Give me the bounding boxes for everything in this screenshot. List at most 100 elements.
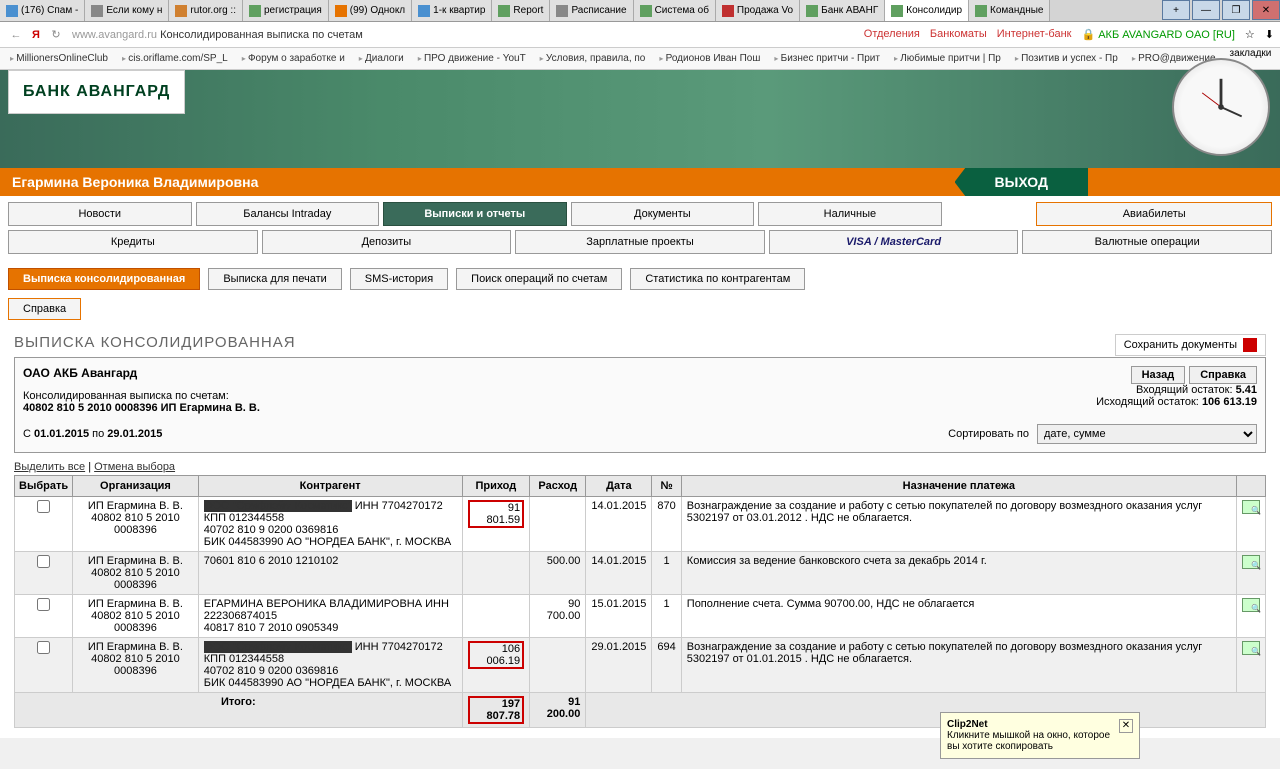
security-indicator[interactable]: 🔒 АКБ AVANGARD OAO [RU] xyxy=(1081,28,1234,41)
download-icon[interactable]: ⬇ xyxy=(1265,28,1274,41)
statement-label: Консолидированная выписка по счетам: xyxy=(23,390,1257,402)
table-row: ИП Егармина В. В. 40802 810 5 2010 00083… xyxy=(15,552,1266,595)
nav-button[interactable]: Выписки и отчеты xyxy=(383,202,567,226)
branches-link[interactable]: Отделения xyxy=(864,28,920,41)
browser-tab[interactable]: Продажа Vo xyxy=(716,0,800,21)
browser-tab[interactable]: Консолидир xyxy=(885,0,969,21)
table-row: ИП Егармина В. В. 40802 810 5 2010 00083… xyxy=(15,497,1266,552)
tab-favicon-icon xyxy=(806,5,818,17)
row-detail-icon[interactable] xyxy=(1242,598,1260,612)
select-all-link[interactable]: Выделить все xyxy=(14,461,85,473)
nav-button[interactable]: Документы xyxy=(571,202,755,226)
subnav-help-button[interactable]: Справка xyxy=(8,298,81,320)
deselect-link[interactable]: Отмена выбора xyxy=(94,461,175,473)
internet-bank-link[interactable]: Интернет-банк xyxy=(997,28,1072,41)
transactions-table: ВыбратьОрганизацияКонтрагентПриходРасход… xyxy=(14,475,1266,728)
sub-nav-row2: Справка xyxy=(0,294,1280,324)
bookmark-star-icon[interactable]: ☆ xyxy=(1245,28,1255,41)
table-row: ИП Егармина В. В. 40802 810 5 2010 00083… xyxy=(15,638,1266,693)
tab-favicon-icon xyxy=(640,5,652,17)
back-button[interactable]: ← xyxy=(6,25,26,45)
reload-button[interactable]: ↻ xyxy=(46,25,66,45)
browser-tab[interactable]: Если кому н xyxy=(85,0,169,21)
cell-purpose: Комиссия за ведение банковского счета за… xyxy=(681,552,1236,595)
bookmark-item[interactable]: Диалоги xyxy=(353,51,410,66)
subnav-button[interactable]: Поиск операций по счетам xyxy=(456,268,622,290)
help-button-page[interactable]: Справка xyxy=(1189,366,1257,384)
row-checkbox[interactable] xyxy=(37,641,50,654)
row-detail-icon[interactable] xyxy=(1242,555,1260,569)
minimize-button[interactable]: — xyxy=(1192,0,1220,20)
close-window-button[interactable]: ✕ xyxy=(1252,0,1280,20)
cell-date: 14.01.2015 xyxy=(586,497,652,552)
nav-button[interactable]: Валютные операции xyxy=(1022,230,1272,254)
new-tab-button[interactable]: + xyxy=(1162,0,1190,20)
url-display[interactable]: www.avangard.ru Консолидированная выписк… xyxy=(66,29,369,41)
save-documents-button[interactable]: Сохранить документы xyxy=(1115,334,1266,356)
nav-button[interactable]: Наличные xyxy=(758,202,942,226)
cell-income xyxy=(462,552,530,595)
tab-favicon-icon xyxy=(891,5,903,17)
browser-tab[interactable]: 1-к квартир xyxy=(412,0,492,21)
logout-button[interactable]: ВЫХОД xyxy=(955,168,1088,196)
back-button-page[interactable]: Назад xyxy=(1131,366,1186,384)
tab-favicon-icon xyxy=(249,5,261,17)
subnav-button[interactable]: SMS-история xyxy=(350,268,448,290)
nav-button[interactable]: Зарплатные проекты xyxy=(515,230,765,254)
browser-tab[interactable]: rutor.org :: xyxy=(169,0,243,21)
nav-button[interactable]: Новости xyxy=(8,202,192,226)
atms-link[interactable]: Банкоматы xyxy=(930,28,987,41)
table-header: Контрагент xyxy=(198,476,462,497)
tab-favicon-icon xyxy=(722,5,734,17)
bookmark-item[interactable]: Бизнес притчи - Прит xyxy=(768,51,886,66)
browser-tab[interactable]: Report xyxy=(492,0,550,21)
browser-tab[interactable]: Система об xyxy=(634,0,716,21)
sort-label: Сортировать по xyxy=(948,428,1029,440)
nav-button[interactable]: VISA / MasterCard xyxy=(769,230,1019,254)
bookmark-item[interactable]: MillionersOnlineClub xyxy=(4,51,114,66)
bookmark-item[interactable]: Любимые притчи | Пр xyxy=(888,51,1007,66)
bookmark-item[interactable]: Форум о заработке и xyxy=(236,51,351,66)
tab-label: Система об xyxy=(655,5,709,16)
sort-select[interactable]: дате, сумме xyxy=(1037,424,1257,444)
cell-income xyxy=(462,595,530,638)
nav-button[interactable]: Балансы Intraday xyxy=(196,202,380,226)
address-bar: ← Я ↻ www.avangard.ru Консолидированная … xyxy=(0,22,1280,48)
subnav-button[interactable]: Выписка для печати xyxy=(208,268,341,290)
clip2net-close-icon[interactable]: ✕ xyxy=(1119,719,1133,733)
row-detail-icon[interactable] xyxy=(1242,500,1260,514)
table-header xyxy=(1236,476,1265,497)
nav-button[interactable]: Депозиты xyxy=(262,230,512,254)
browser-tab[interactable]: регистрация xyxy=(243,0,329,21)
date-to-label: по xyxy=(92,428,104,440)
row-checkbox[interactable] xyxy=(37,555,50,568)
date-to: 29.01.2015 xyxy=(107,428,162,440)
browser-tab[interactable]: Командные xyxy=(969,0,1050,21)
nav-button[interactable]: Кредиты xyxy=(8,230,258,254)
row-detail-icon[interactable] xyxy=(1242,641,1260,655)
bookmark-item[interactable]: cis.oriflame.com/SP_L xyxy=(116,51,234,66)
cell-organization: ИП Егармина В. В. 40802 810 5 2010 00083… xyxy=(73,638,199,693)
row-checkbox[interactable] xyxy=(37,500,50,513)
cell-number: 694 xyxy=(652,638,681,693)
date-from-label: С xyxy=(23,428,31,440)
outgoing-balance-label: Исходящий остаток: xyxy=(1096,396,1199,408)
bookmark-item[interactable]: Условия, правила, по xyxy=(534,51,652,66)
browser-tab[interactable]: (176) Спам - xyxy=(0,0,85,21)
maximize-button[interactable]: ❐ xyxy=(1222,0,1250,20)
browser-tab[interactable]: Банк АВАНГ xyxy=(800,0,885,21)
yandex-button[interactable]: Я xyxy=(26,25,46,45)
subnav-button[interactable]: Статистика по контрагентам xyxy=(630,268,805,290)
browser-tab[interactable]: (99) Однокл xyxy=(329,0,412,21)
browser-tab[interactable]: Расписание xyxy=(550,0,633,21)
bookmark-item[interactable]: Родионов Иван Пош xyxy=(653,51,766,66)
nav-button[interactable]: Авиабилеты xyxy=(1036,202,1272,226)
tab-favicon-icon xyxy=(175,5,187,17)
bookmark-item[interactable]: Позитив и успех - Пр xyxy=(1009,51,1124,66)
tab-label: (176) Спам - xyxy=(21,5,78,16)
subnav-button[interactable]: Выписка консолидированная xyxy=(8,268,200,290)
bookmark-item[interactable]: ПРО движение - YouT xyxy=(412,51,532,66)
tab-label: регистрация xyxy=(264,5,322,16)
cell-counterparty: 70601 810 6 2010 1210102 xyxy=(198,552,462,595)
row-checkbox[interactable] xyxy=(37,598,50,611)
